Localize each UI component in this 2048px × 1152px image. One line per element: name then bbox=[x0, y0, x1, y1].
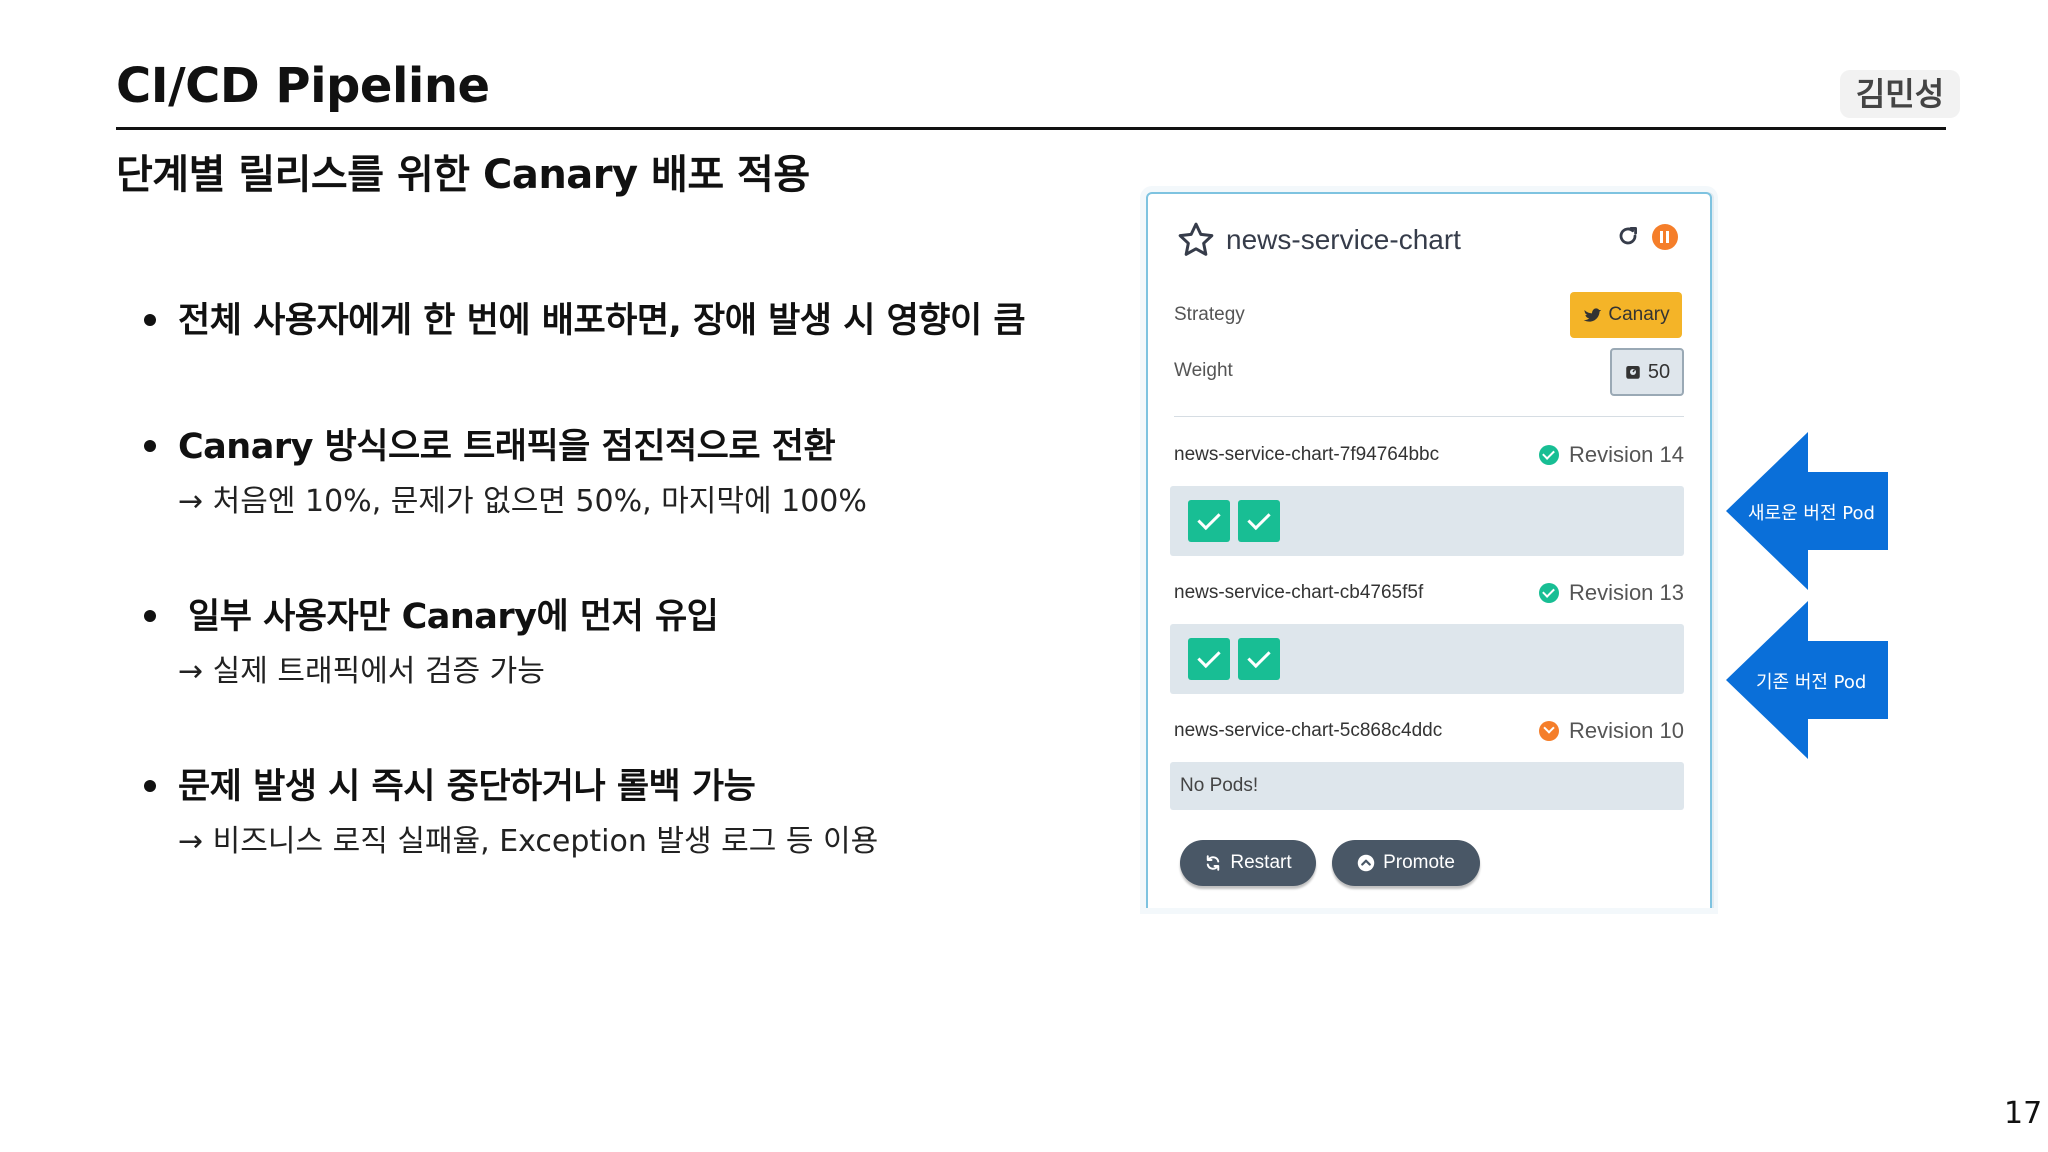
author-badge: 김민성 bbox=[1840, 70, 1960, 118]
replicaset-name: news-service-chart-7f94764bbc bbox=[1174, 444, 1440, 465]
weight-value: 50 bbox=[1647, 360, 1671, 383]
page-number: 17 bbox=[2004, 1096, 2043, 1131]
replicaset-name: news-service-chart-cb4765f5f bbox=[1174, 582, 1424, 603]
pod-healthy-icon[interactable] bbox=[1238, 638, 1280, 680]
pod-list bbox=[1170, 624, 1684, 694]
restart-icon bbox=[1207, 855, 1220, 871]
scaled-down-icon bbox=[1539, 721, 1560, 741]
bullet-detail: → 처음엔 10%, 문제가 없으면 50%, 마지막에 100% bbox=[178, 484, 867, 519]
section-divider bbox=[1174, 416, 1684, 417]
pod-healthy-icon[interactable] bbox=[1188, 500, 1230, 542]
canary-bird-icon bbox=[1584, 308, 1602, 322]
empty-pod-list: No Pods! bbox=[1170, 762, 1684, 810]
strategy-value: Canary bbox=[1608, 304, 1670, 325]
replicaset-name: news-service-chart-5c868c4ddc bbox=[1174, 720, 1443, 741]
weight-badge: 50 bbox=[1610, 348, 1684, 396]
refresh-icon[interactable] bbox=[1614, 222, 1642, 250]
revision-label: Revision 10 bbox=[1569, 718, 1684, 743]
bullet-dot bbox=[144, 314, 156, 326]
slide-title: CI/CD Pipeline bbox=[116, 58, 490, 114]
bullet-heading: Canary 방식으로 트래픽을 점진적으로 전환 bbox=[178, 427, 836, 467]
healthy-check-icon bbox=[1539, 445, 1560, 465]
revision-status: Revision 13 bbox=[1539, 580, 1684, 606]
new-pod-label: 새로운 버전 Pod bbox=[1748, 503, 1875, 524]
bullet-dot bbox=[144, 780, 156, 792]
promote-button[interactable]: Promote bbox=[1332, 840, 1480, 886]
bullet-heading: 전체 사용자에게 한 번에 배포하면, 장애 발생 시 영향이 큼 bbox=[178, 301, 1026, 341]
no-pods-text: No Pods! bbox=[1180, 775, 1259, 796]
strategy-badge: Canary bbox=[1570, 292, 1682, 338]
pod-healthy-icon[interactable] bbox=[1238, 500, 1280, 542]
slide-subtitle: 단계별 릴리스를 위한 Canary 배포 적용 bbox=[116, 152, 810, 198]
promote-label: Promote bbox=[1383, 852, 1455, 873]
bullet-heading: 일부 사용자만 Canary에 먼저 유입 bbox=[188, 597, 719, 637]
weight-icon bbox=[1626, 366, 1640, 379]
bullet-detail: → 실제 트래픽에서 검증 가능 bbox=[178, 654, 545, 689]
star-icon[interactable] bbox=[1176, 220, 1216, 260]
old-pod-label: 기존 버전 Pod bbox=[1756, 672, 1867, 693]
paused-status-icon bbox=[1652, 224, 1678, 250]
pod-list bbox=[1170, 486, 1684, 556]
title-divider bbox=[116, 127, 1946, 130]
revision-label: Revision 14 bbox=[1569, 442, 1684, 467]
revision-label: Revision 13 bbox=[1569, 580, 1684, 605]
weight-label: Weight bbox=[1174, 360, 1233, 381]
strategy-label: Strategy bbox=[1174, 304, 1245, 325]
bullet-heading: 문제 발생 시 즉시 중단하거나 롤백 가능 bbox=[178, 767, 756, 807]
pod-healthy-icon[interactable] bbox=[1188, 638, 1230, 680]
bullet-detail: → 비즈니스 로직 실패율, Exception 발생 로그 등 이용 bbox=[178, 824, 879, 859]
bullet-dot bbox=[144, 610, 156, 622]
restart-button[interactable]: Restart bbox=[1180, 840, 1316, 886]
revision-status: Revision 14 bbox=[1539, 442, 1684, 468]
restart-label: Restart bbox=[1230, 852, 1292, 873]
healthy-check-icon bbox=[1539, 583, 1560, 603]
promote-icon bbox=[1357, 854, 1375, 872]
revision-status: Revision 10 bbox=[1539, 718, 1684, 744]
bullet-dot bbox=[144, 440, 156, 452]
rollout-card: news-service-chart Strategy Canary Weigh… bbox=[1146, 192, 1712, 908]
rollout-name: news-service-chart bbox=[1226, 224, 1461, 255]
